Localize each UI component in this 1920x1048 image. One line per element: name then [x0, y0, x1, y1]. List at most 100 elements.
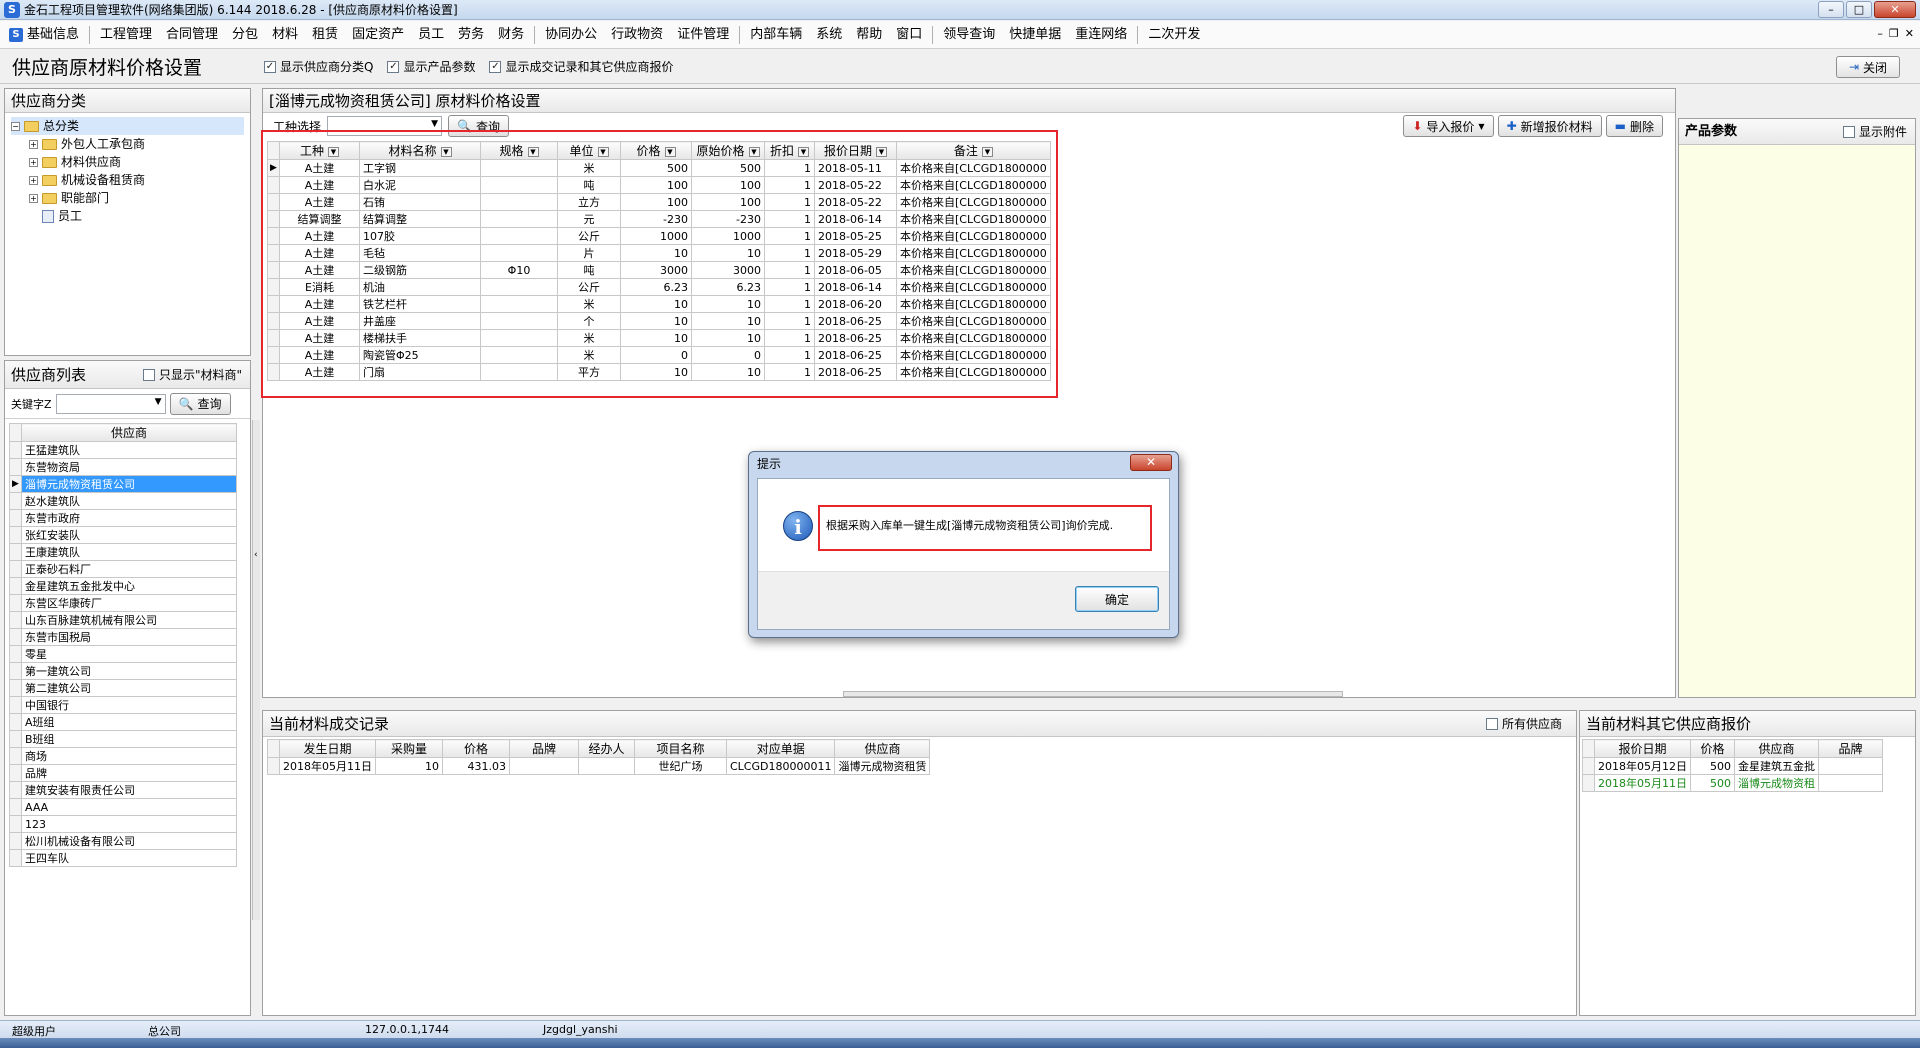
menu-item[interactable]: 系统	[809, 24, 849, 46]
column-header[interactable]: 价格	[442, 739, 510, 758]
table-row[interactable]: 东营市政府	[9, 509, 237, 527]
import-quote-button[interactable]: ⬇ 导入报价 ▼	[1403, 115, 1494, 137]
table-cell[interactable]: 金星建筑五金批	[1734, 757, 1819, 775]
menu-item[interactable]: 合同管理	[159, 24, 225, 46]
table-cell[interactable]: 500	[1690, 757, 1735, 775]
supplier-name[interactable]: A班组	[21, 713, 237, 731]
supplier-name[interactable]: 品牌	[21, 764, 237, 782]
supplier-name[interactable]: 零星	[21, 645, 237, 663]
menu-item[interactable]: 劳务	[451, 24, 491, 46]
table-row[interactable]: 第一建筑公司	[9, 662, 237, 680]
table-row[interactable]: B班组	[9, 730, 237, 748]
supplier-name[interactable]: 第一建筑公司	[21, 662, 237, 680]
column-header[interactable]: 价格	[1690, 739, 1735, 758]
expand-icon[interactable]: +	[29, 157, 38, 167]
supplier-name[interactable]: 张红安装队	[21, 526, 237, 544]
menu-item[interactable]: 帮助	[849, 24, 889, 46]
menu-item[interactable]: 二次开发	[1141, 24, 1207, 46]
only-material-checkbox[interactable]: 只显示"材料商"	[142, 361, 242, 388]
tree-root[interactable]: − 总分类	[11, 117, 244, 135]
chevron-down-icon[interactable]: ▼	[431, 119, 438, 129]
column-header[interactable]: 项目名称	[634, 739, 727, 758]
supplier-name[interactable]: 金星建筑五金批发中心	[21, 577, 237, 595]
column-header[interactable]: 品牌	[1818, 739, 1883, 758]
menu-item[interactable]: 行政物资	[604, 24, 670, 46]
table-row[interactable]: 零星	[9, 645, 237, 663]
menu-item[interactable]: 员工	[411, 24, 451, 46]
supplier-name[interactable]: 第二建筑公司	[21, 679, 237, 697]
menu-item[interactable]: 快捷单据	[1002, 24, 1068, 46]
table-cell[interactable]	[509, 757, 579, 775]
add-material-button[interactable]: ✚ 新增报价材料	[1497, 115, 1602, 137]
table-row[interactable]: 赵水建筑队	[9, 492, 237, 510]
menu-item[interactable]: 协同办公	[538, 24, 604, 46]
table-row[interactable]: 中国银行	[9, 696, 237, 714]
supplier-name[interactable]: 王猛建筑队	[21, 441, 237, 459]
expand-icon[interactable]: +	[29, 139, 38, 149]
supplier-name[interactable]: 东营市国税局	[21, 628, 237, 646]
menu-item[interactable]: 分包	[225, 24, 265, 46]
supplier-name[interactable]: 东营区华康砖厂	[21, 594, 237, 612]
collapse-icon[interactable]: −	[11, 121, 20, 131]
column-header[interactable]: 供应商	[834, 739, 931, 758]
table-row[interactable]: 王四车队	[9, 849, 237, 867]
supplier-name[interactable]: 东营物资局	[21, 458, 237, 476]
table-cell[interactable]: 世纪广场	[634, 757, 727, 775]
table-cell[interactable]: 10	[375, 757, 443, 775]
supplier-name[interactable]: 123	[21, 815, 237, 833]
show-params-checkbox[interactable]: ✓ 显示产品参数	[387, 58, 475, 75]
supplier-query-button[interactable]: 🔍 查询	[169, 392, 231, 415]
supplier-name[interactable]: 中国银行	[21, 696, 237, 714]
mdi-close-icon[interactable]: ✕	[1905, 27, 1914, 40]
table-row[interactable]: ▶ 淄博元成物资租赁公司	[9, 475, 237, 493]
menu-item[interactable]: 固定资产	[345, 24, 411, 46]
supplier-name[interactable]: 王四车队	[21, 849, 237, 867]
show-category-checkbox[interactable]: ✓ 显示供应商分类Q	[264, 58, 373, 75]
mdi-restore-icon[interactable]: ❐	[1889, 27, 1899, 40]
chevron-down-icon[interactable]: ▼	[155, 397, 162, 407]
table-row[interactable]: 东营区华康砖厂	[9, 594, 237, 612]
table-cell[interactable]: 淄博元成物资租赁	[834, 757, 931, 775]
table-row[interactable]: A班组	[9, 713, 237, 731]
tree-node[interactable]: + 职能部门	[11, 189, 244, 207]
table-row[interactable]: 2018年05月11日 500 淄博元成物资租	[1582, 774, 1883, 792]
minimize-button[interactable]: –	[1818, 1, 1844, 18]
column-header[interactable]: 对应单据	[725, 739, 836, 758]
supplier-name[interactable]: 商场	[21, 747, 237, 765]
supplier-name[interactable]: 东营市政府	[21, 509, 237, 527]
expand-icon[interactable]: +	[29, 175, 38, 185]
table-row[interactable]: 山东百脉建筑机械有限公司	[9, 611, 237, 629]
ok-button[interactable]: 确定	[1075, 586, 1159, 612]
table-cell[interactable]	[1818, 757, 1883, 775]
maximize-button[interactable]: □	[1846, 1, 1872, 18]
keyword-input[interactable]: ▼	[55, 393, 166, 414]
column-header[interactable]: 报价日期	[1594, 739, 1691, 758]
show-attachment-checkbox[interactable]: 显示附件	[1842, 119, 1907, 144]
table-row[interactable]: AAA	[9, 798, 237, 816]
table-cell[interactable]	[1818, 774, 1883, 792]
supplier-name[interactable]: 建筑安装有限责任公司	[21, 781, 237, 799]
supplier-name[interactable]: 松川机械设备有限公司	[21, 832, 237, 850]
menu-item[interactable]: 领导查询	[936, 24, 1002, 46]
table-cell[interactable]: 2018年05月12日	[1594, 757, 1691, 775]
column-header[interactable]: 供应商	[1734, 739, 1819, 758]
table-row[interactable]: 王康建筑队	[9, 543, 237, 561]
table-cell[interactable]: 2018年05月11日	[279, 757, 376, 775]
supplier-name[interactable]: 王康建筑队	[21, 543, 237, 561]
table-row[interactable]: 东营市国税局	[9, 628, 237, 646]
tree-node[interactable]: + 机械设备租赁商	[11, 171, 244, 189]
table-cell[interactable]	[578, 757, 635, 775]
supplier-name[interactable]: B班组	[21, 730, 237, 748]
menu-item[interactable]: 工程管理	[93, 24, 159, 46]
menu-item[interactable]: 材料	[265, 24, 305, 46]
table-row[interactable]: 2018年05月12日 500 金星建筑五金批	[1582, 757, 1883, 775]
table-cell[interactable]: CLCGD180000011	[725, 757, 836, 775]
close-window-button[interactable]: ✕	[1874, 1, 1916, 18]
supplier-name[interactable]: 正泰砂石料厂	[21, 560, 237, 578]
table-row[interactable]: 第二建筑公司	[9, 679, 237, 697]
table-cell[interactable]: 500	[1690, 774, 1735, 792]
column-header[interactable]: 采购量	[375, 739, 443, 758]
tree-leaf[interactable]: 员工	[11, 207, 244, 225]
column-header[interactable]: 发生日期	[279, 739, 376, 758]
supplier-name[interactable]: 山东百脉建筑机械有限公司	[21, 611, 237, 629]
